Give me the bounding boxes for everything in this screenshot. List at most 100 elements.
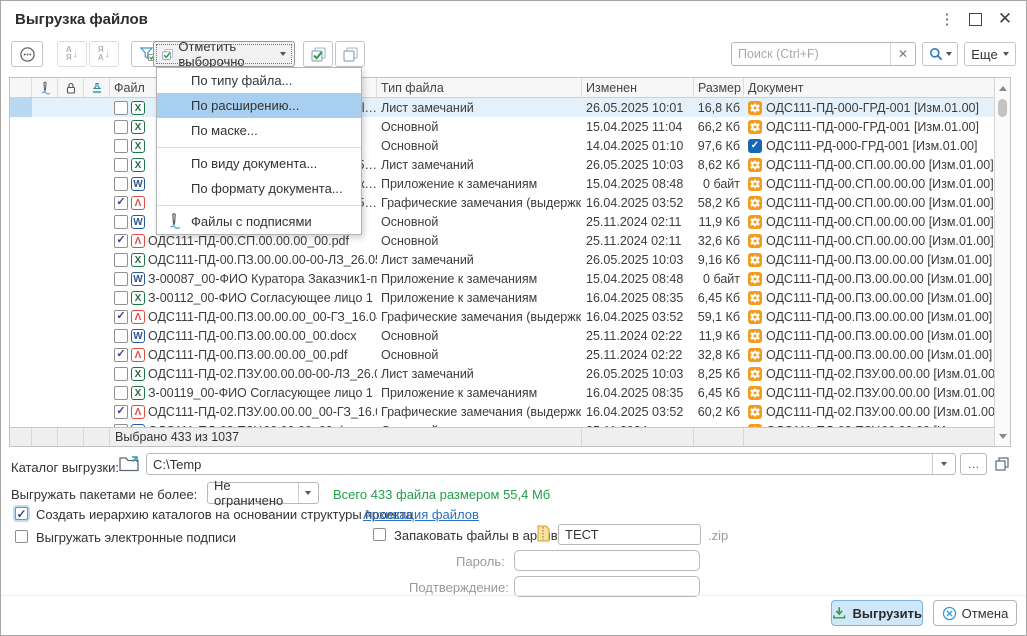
file-checkbox[interactable] bbox=[114, 177, 128, 191]
header-size[interactable]: Размер bbox=[694, 78, 744, 97]
file-checkbox[interactable] bbox=[114, 386, 128, 400]
document-cell: ОДС111-ПД-000-ГРД-001 [Изм.01.00] bbox=[744, 101, 994, 115]
header-type[interactable]: Тип файла bbox=[377, 78, 582, 97]
file-type: Лист замечаний bbox=[377, 367, 582, 381]
cancel-button-label: Отмена bbox=[962, 606, 1009, 621]
header-signature[interactable] bbox=[32, 78, 58, 97]
confirm-input[interactable] bbox=[515, 579, 699, 594]
menu-item-2[interactable]: По маске... bbox=[157, 118, 361, 143]
password-input[interactable] bbox=[515, 553, 699, 568]
file-type: Приложение к замечаниям bbox=[377, 177, 582, 191]
file-checkbox[interactable] bbox=[114, 215, 128, 229]
file-checkbox[interactable] bbox=[114, 253, 128, 267]
archive-name-input[interactable] bbox=[559, 527, 700, 542]
chevron-down-icon bbox=[941, 462, 947, 466]
header-lock[interactable] bbox=[58, 78, 84, 97]
pen-cell bbox=[32, 212, 58, 231]
deselect-all-button[interactable] bbox=[335, 41, 365, 67]
menu-item-0[interactable]: По типу файла... bbox=[157, 68, 361, 93]
open-window-icon bbox=[995, 457, 1009, 471]
select-all-button[interactable] bbox=[303, 41, 333, 67]
file-type: Графические замечания (выдержка) bbox=[377, 405, 582, 419]
file-checkbox[interactable]: ✓ bbox=[114, 348, 128, 362]
file-name: З-00087_00-ФИО Куратора Заказчик1-прил… bbox=[148, 272, 377, 286]
scroll-up-button[interactable] bbox=[995, 80, 1010, 96]
catalog-input[interactable] bbox=[147, 457, 932, 472]
cancel-button[interactable]: Отмена bbox=[933, 600, 1017, 626]
batch-dropdown-button[interactable] bbox=[298, 483, 318, 503]
menu-item-7[interactable]: Файлы с подписями bbox=[157, 209, 361, 234]
export-button[interactable]: Выгрузить bbox=[831, 600, 923, 626]
window-menu-icon[interactable]: ⋮ bbox=[934, 10, 960, 28]
file-type: Основной bbox=[377, 139, 582, 153]
password-label: Пароль: bbox=[456, 554, 505, 569]
gear-icon bbox=[748, 329, 762, 343]
pen-cell bbox=[32, 345, 58, 364]
choose-folder-icon[interactable] bbox=[118, 454, 140, 473]
search-button[interactable] bbox=[922, 42, 958, 66]
download-icon bbox=[832, 606, 846, 620]
table-row[interactable]: WЗ-00087_00-ФИО Куратора Заказчик1-прил…… bbox=[10, 269, 994, 288]
more-actions-button[interactable] bbox=[11, 41, 43, 67]
row-indicator bbox=[10, 345, 32, 364]
gear-icon bbox=[748, 215, 762, 229]
file-checkbox[interactable] bbox=[114, 158, 128, 172]
gear-icon bbox=[748, 367, 762, 381]
open-window-button[interactable] bbox=[990, 453, 1014, 475]
table-row[interactable]: ✓ΛОДС111-ПД-02.ПЗУ.00.00.00_00-ГЗ_16.04.… bbox=[10, 402, 994, 421]
table-row[interactable]: XЗ-00119_00-ФИО Согласующее лицо 1 Зак…П… bbox=[10, 383, 994, 402]
file-checkbox[interactable] bbox=[114, 291, 128, 305]
gear-icon bbox=[748, 386, 762, 400]
close-button[interactable]: ✕ bbox=[990, 9, 1020, 29]
menu-item-label: Файлы с подписями bbox=[191, 214, 312, 229]
file-name: ОДС111-ПД-00.СП.00.00.00_00.pdf bbox=[148, 234, 377, 248]
maximize-button[interactable] bbox=[960, 9, 990, 29]
pen-cell bbox=[32, 364, 58, 383]
table-row[interactable]: ✓ΛОДС111-ПД-00.ПЗ.00.00.00_00.pdfОсновно… bbox=[10, 345, 994, 364]
archive-settings-link[interactable]: Архивация файлов bbox=[363, 507, 479, 522]
mark-selectively-button[interactable]: Отметить выборочно bbox=[153, 41, 295, 67]
file-checkbox[interactable] bbox=[114, 367, 128, 381]
menu-item-4[interactable]: По виду документа... bbox=[157, 151, 361, 176]
scroll-down-button[interactable] bbox=[995, 428, 1010, 444]
file-checkbox[interactable]: ✓ bbox=[114, 234, 128, 248]
batch-select[interactable]: Не ограничено bbox=[207, 482, 319, 504]
file-checkbox[interactable]: ✓ bbox=[114, 196, 128, 210]
table-row[interactable]: XОДС111-ПД-02.ПЗУ.00.00.00-00-ЛЗ_26.05.…… bbox=[10, 364, 994, 383]
hierarchy-checkbox[interactable]: ✓ bbox=[15, 507, 28, 520]
file-checkbox[interactable]: ✓ bbox=[114, 405, 128, 419]
table-row[interactable]: XОДС111-ПД-00.ПЗ.00.00.00-00-ЛЗ_26.05.25… bbox=[10, 250, 994, 269]
table-row[interactable]: XЗ-00112_00-ФИО Согласующее лицо 1 Зак…П… bbox=[10, 288, 994, 307]
more-button[interactable]: Еще bbox=[964, 42, 1016, 66]
menu-item-1[interactable]: По расширению... bbox=[157, 93, 361, 118]
pack-archive-checkbox[interactable] bbox=[373, 528, 386, 541]
header-modified[interactable]: Изменен bbox=[582, 78, 694, 97]
signatures-checkbox[interactable] bbox=[15, 530, 28, 543]
catalog-dropdown-button[interactable] bbox=[932, 454, 955, 474]
scrollbar-thumb[interactable] bbox=[998, 99, 1007, 117]
file-cell: WОДС111-ПД-00.ПЗ.00.00.00_00.docx bbox=[110, 329, 377, 343]
file-checkbox[interactable]: ✓ bbox=[114, 310, 128, 324]
stamp-cell bbox=[84, 326, 110, 345]
search-clear-button[interactable]: ✕ bbox=[890, 43, 915, 65]
header-stamp[interactable] bbox=[84, 78, 110, 97]
pen-cell bbox=[32, 136, 58, 155]
file-checkbox[interactable] bbox=[114, 272, 128, 286]
vertical-scrollbar[interactable] bbox=[994, 78, 1010, 446]
file-checkbox[interactable] bbox=[114, 120, 128, 134]
document-cell: ОДС111-ПД-00.ПЗ.00.00.00 [Изм.01.00] bbox=[744, 310, 994, 324]
document-name: ОДС111-ПД-02.ПЗУ.00.00.00 [Изм.01.00] bbox=[766, 386, 994, 400]
file-checkbox[interactable] bbox=[114, 139, 128, 153]
table-row[interactable]: WОДС111-ПД-00.ПЗ.00.00.00_00.docxОсновно… bbox=[10, 326, 994, 345]
header-indicator[interactable] bbox=[10, 78, 32, 97]
file-checkbox[interactable] bbox=[114, 101, 128, 115]
file-checkbox[interactable] bbox=[114, 329, 128, 343]
menu-item-5[interactable]: По формату документа... bbox=[157, 176, 361, 201]
table-row[interactable]: ✓ΛОДС111-ПД-00.ПЗ.00.00.00_00-ГЗ_16.04.2… bbox=[10, 307, 994, 326]
row-indicator bbox=[10, 402, 32, 421]
catalog-browse-button[interactable]: … bbox=[960, 453, 987, 475]
cancel-icon bbox=[942, 606, 957, 621]
header-document[interactable]: Документ bbox=[744, 78, 994, 97]
search-input[interactable] bbox=[732, 47, 890, 61]
document-name: ОДС111-РД-000-ГРД-001 [Изм.01.00] bbox=[766, 139, 978, 153]
